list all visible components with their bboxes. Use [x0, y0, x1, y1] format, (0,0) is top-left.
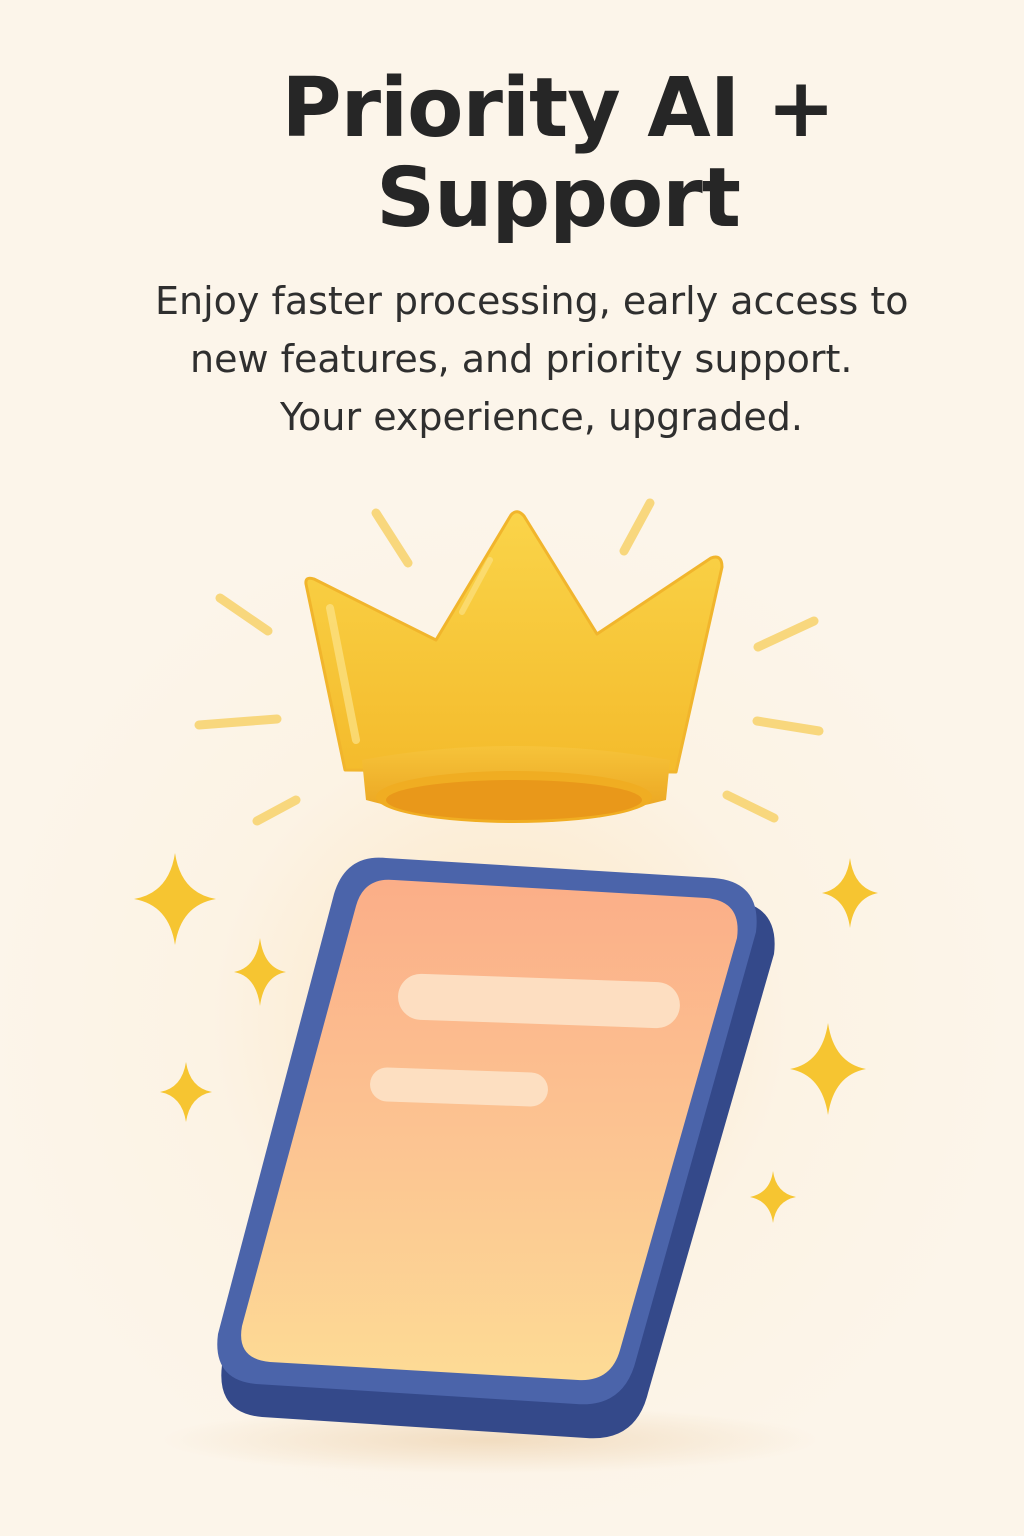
crown-icon — [304, 510, 724, 823]
ray — [194, 714, 282, 730]
sparkle — [134, 853, 216, 945]
page-title: Priority AI + Support — [281, 61, 836, 246]
sparkle — [234, 938, 286, 1006]
subtitle-line-2: new features, and priority support. — [190, 337, 853, 381]
ray — [252, 795, 301, 826]
smartphone-illustration — [217, 857, 775, 1439]
sparkle — [750, 1171, 796, 1223]
content-bar-long — [398, 973, 680, 1029]
sparkle — [160, 1062, 212, 1122]
content-bar-short — [370, 1067, 548, 1107]
sparkle — [790, 1023, 866, 1115]
ray — [619, 498, 655, 556]
sparkle — [822, 858, 878, 928]
ray — [215, 593, 273, 636]
ray — [752, 716, 824, 736]
premium-illustration — [134, 498, 878, 1474]
ray — [753, 616, 819, 652]
ray — [371, 508, 413, 568]
subtitle-line-1: Enjoy faster processing, early access to — [155, 279, 909, 323]
subtitle-line-3: Your experience, upgraded. — [280, 395, 803, 439]
ray — [722, 790, 779, 823]
